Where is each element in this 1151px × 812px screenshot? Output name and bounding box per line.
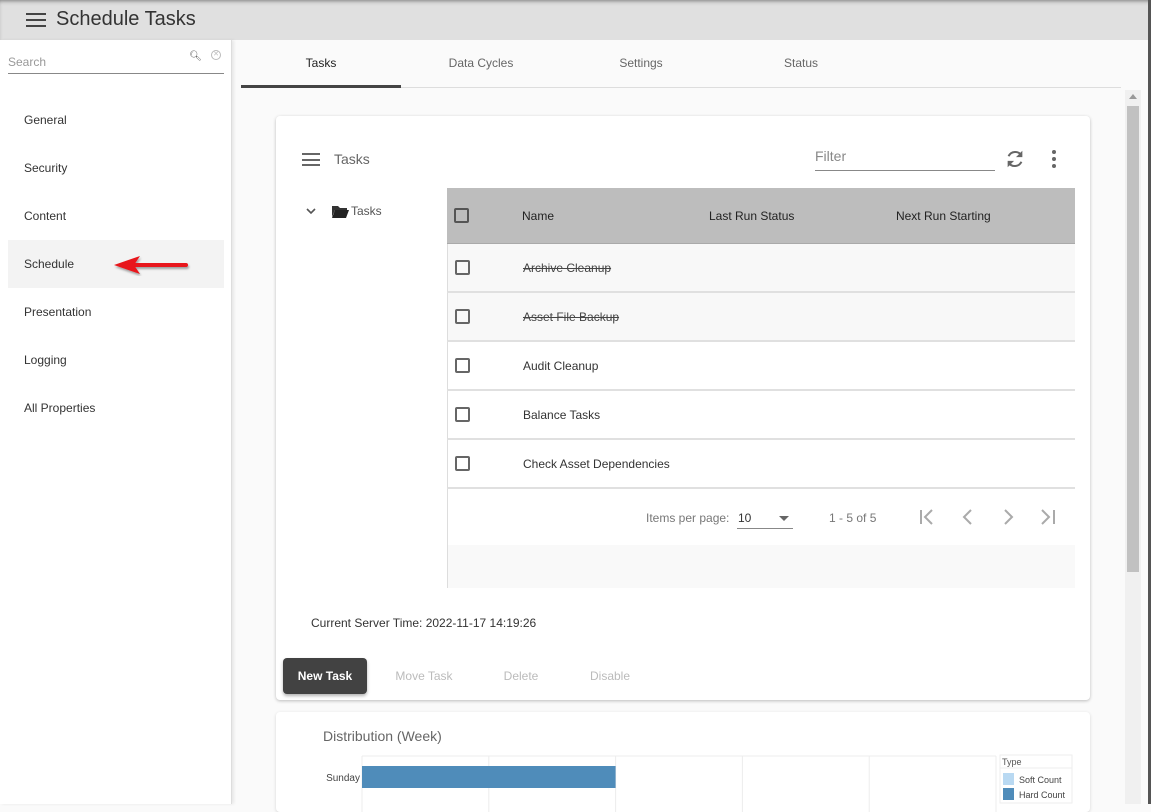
row-checkbox[interactable]: [455, 456, 470, 471]
page-title: Schedule Tasks: [56, 8, 196, 30]
table-header: Name Last Run Status Next Run Starting: [447, 188, 1075, 244]
menu-icon[interactable]: [26, 13, 46, 27]
app-header: Schedule Tasks: [0, 0, 1151, 40]
folder-open-icon: [332, 205, 349, 218]
new-task-button[interactable]: New Task: [283, 658, 367, 694]
next-page-icon[interactable]: [996, 505, 1020, 529]
row-checkbox[interactable]: [455, 407, 470, 422]
scroll-up-icon[interactable]: [1129, 94, 1137, 99]
last-page-icon[interactable]: [1036, 505, 1060, 529]
dropdown-caret-icon: [779, 516, 789, 521]
row-checkbox[interactable]: [455, 358, 470, 373]
column-header-name[interactable]: Name: [522, 209, 709, 223]
sidebar-item-all-properties[interactable]: All Properties: [8, 384, 224, 432]
bar-hard-count: [362, 766, 616, 788]
category-label: Sunday: [326, 773, 360, 784]
row-checkbox[interactable]: [455, 260, 470, 275]
table-row[interactable]: Balance Tasks: [447, 391, 1075, 440]
tree-node-label: Tasks: [351, 204, 382, 218]
scrollbar-thumb[interactable]: [1127, 106, 1139, 572]
paginator: Items per page: 10 1 - 5 of 5: [447, 489, 1075, 545]
items-per-page-select[interactable]: 10: [737, 507, 793, 529]
distribution-chart: Sunday Type Soft Count Hard Count: [326, 754, 1073, 812]
vertical-scrollbar[interactable]: [1125, 90, 1141, 804]
legend-title: Type: [1002, 757, 1022, 767]
first-page-icon[interactable]: [916, 505, 940, 529]
chevron-down-icon[interactable]: [306, 206, 316, 216]
task-name: Balance Tasks: [523, 407, 601, 422]
column-header-last-run-status[interactable]: Last Run Status: [709, 209, 896, 223]
table-row[interactable]: Asset File Backup: [447, 293, 1075, 342]
refresh-icon[interactable]: [1004, 148, 1026, 170]
tasks-table: Name Last Run Status Next Run Starting A…: [447, 188, 1075, 588]
sidebar-item-presentation[interactable]: Presentation: [8, 288, 224, 336]
legend-label: Hard Count: [1019, 790, 1066, 800]
disable-button[interactable]: Disable: [570, 658, 650, 694]
legend-swatch: [1003, 773, 1014, 785]
sidebar: 🔍︎ ✕ General Security Content Schedule P…: [0, 40, 232, 804]
clear-icon[interactable]: ✕: [211, 50, 221, 60]
items-per-page-label: Items per page:: [646, 511, 730, 525]
filter-input[interactable]: [815, 144, 995, 164]
more-options-icon[interactable]: [1052, 150, 1056, 168]
server-time: Current Server Time: 2022-11-17 14:19:26: [311, 616, 537, 630]
sidebar-item-content[interactable]: Content: [8, 192, 224, 240]
task-name: Archive Cleanup: [523, 260, 612, 275]
page-range-label: 1 - 5 of 5: [829, 511, 877, 525]
red-arrow-annotation-icon: [114, 256, 188, 274]
distribution-card: Distribution (Week) Sunday Type Soft Count…: [276, 712, 1090, 812]
table-row[interactable]: Audit Cleanup: [447, 342, 1075, 391]
tab-tasks[interactable]: Tasks: [241, 40, 401, 88]
search-icon[interactable]: 🔍︎: [189, 51, 202, 62]
sidebar-item-logging[interactable]: Logging: [8, 336, 224, 384]
tab-status[interactable]: Status: [721, 40, 881, 88]
task-name: Audit Cleanup: [523, 358, 599, 373]
table-row[interactable]: Check Asset Dependencies: [447, 440, 1075, 489]
select-all-checkbox[interactable]: [454, 208, 469, 223]
column-header-next-run-starting[interactable]: Next Run Starting: [896, 209, 1075, 223]
tab-bar: Tasks Data Cycles Settings Status: [241, 40, 1121, 88]
legend-swatch: [1003, 788, 1014, 800]
tab-data-cycles[interactable]: Data Cycles: [401, 40, 561, 88]
tab-settings[interactable]: Settings: [561, 40, 721, 88]
tree-node-tasks[interactable]: Tasks: [306, 204, 382, 218]
delete-button[interactable]: Delete: [482, 658, 560, 694]
chart-title: Distribution (Week): [323, 728, 442, 744]
sidebar-item-security[interactable]: Security: [8, 144, 224, 192]
task-name: Asset File Backup: [523, 309, 620, 324]
tree-toggle-menu-icon[interactable]: [302, 153, 320, 166]
search-field: 🔍︎ ✕: [8, 48, 224, 74]
search-input[interactable]: [8, 48, 178, 72]
previous-page-icon[interactable]: [956, 505, 980, 529]
tasks-card: Tasks Tasks Name Last Run Status Next Ru…: [276, 116, 1090, 700]
table-row[interactable]: Archive Cleanup: [447, 244, 1075, 293]
filter-field: [815, 144, 995, 171]
legend-label: Soft Count: [1019, 775, 1062, 785]
row-checkbox[interactable]: [455, 309, 470, 324]
table-footer: [447, 545, 1075, 588]
items-per-page-value: 10: [738, 511, 752, 525]
task-name: Check Asset Dependencies: [523, 456, 670, 471]
move-task-button[interactable]: Move Task: [380, 658, 468, 694]
sidebar-item-general[interactable]: General: [8, 96, 224, 144]
tasks-card-title: Tasks: [334, 151, 370, 167]
